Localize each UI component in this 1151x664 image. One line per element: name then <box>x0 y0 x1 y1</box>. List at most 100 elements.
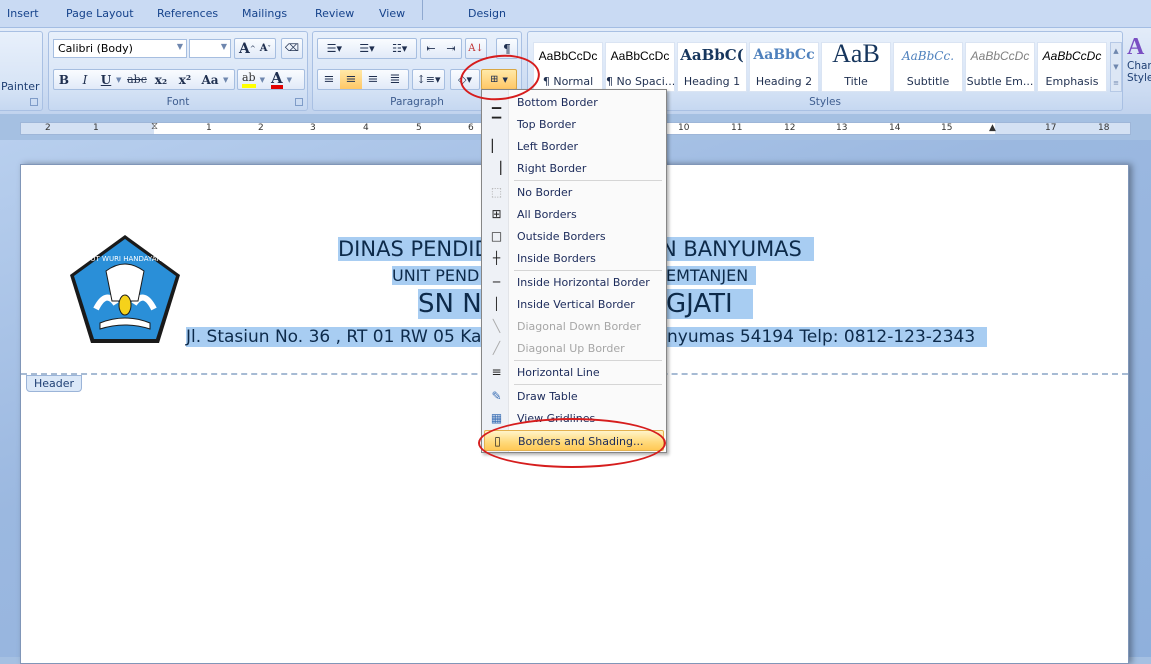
style-title[interactable]: AaB Title <box>821 39 891 92</box>
menu-item-diagonal-down-border: ╲ Diagonal Down Border <box>484 316 664 337</box>
menu-item-draw-table[interactable]: ✎ Draw Table <box>484 386 664 407</box>
menu-item-inside-vertical-border[interactable]: │ Inside Vertical Border <box>484 294 664 315</box>
menu-item-outside-borders[interactable]: □ Outside Borders <box>484 226 664 247</box>
style-sample: AaB <box>832 39 880 68</box>
ruler-tick: 13 <box>836 123 848 133</box>
clipboard-launcher-icon[interactable] <box>30 98 38 106</box>
menu-item-label: Right Border <box>517 162 587 175</box>
shrink-font-button[interactable]: A <box>260 43 268 54</box>
ruler-left-margin <box>21 123 154 134</box>
style-name: Heading 1 <box>683 75 741 88</box>
style-sample: AaBbCcDc <box>538 49 598 63</box>
menu-item-label: Inside Borders <box>517 252 596 265</box>
italic-button[interactable]: I <box>74 73 96 87</box>
list-buttons: ☰▾ ☰▾ ☷▾ <box>317 38 417 59</box>
right-indent-marker-icon[interactable]: ▲ <box>989 123 996 133</box>
indent-buttons: ⇤ ⇥ <box>420 38 462 59</box>
menu-separator <box>514 270 662 271</box>
style-sample: AaBbCc <box>753 47 815 63</box>
menu-item-horizontal-line[interactable]: ≡ Horizontal Line <box>484 362 664 383</box>
clear-formatting-button[interactable]: ⌫ <box>281 38 303 59</box>
font-name-value: Calibri (Body) <box>58 42 133 55</box>
styles-gallery-scroll[interactable]: ▲ ▼ ≡ <box>1110 42 1122 92</box>
menu-item-label: Draw Table <box>517 390 578 403</box>
grow-font-button[interactable]: A <box>239 41 250 57</box>
inside-borders-icon: ┼ <box>492 251 501 265</box>
style-normal[interactable]: AaBbCcDc ¶ Normal <box>533 42 603 92</box>
ruler-right-margin <box>995 123 1130 134</box>
chevron-down-icon[interactable]: ▼ <box>260 76 265 84</box>
ruler-tick: 2 <box>258 123 264 133</box>
eraser-icon: ⌫ <box>284 43 300 54</box>
style-subtle-emphasis[interactable]: AaBbCcDc Subtle Em... <box>965 42 1035 92</box>
outside-borders-icon: □ <box>490 229 503 243</box>
tab-view[interactable]: View <box>379 7 405 20</box>
style-heading-2[interactable]: AaBbCc Heading 2 <box>749 42 819 92</box>
chevron-down-icon[interactable]: ▼ <box>116 76 125 84</box>
gallery-more-icon[interactable]: ≡ <box>1111 75 1121 91</box>
style-heading-1[interactable]: AaBbC(Heading 1 <box>677 42 747 92</box>
menu-item-label: No Border <box>517 186 573 199</box>
tab-mailings[interactable]: Mailings <box>242 7 287 20</box>
chevron-down-icon[interactable]: ▼ <box>223 76 228 84</box>
numbering-icon[interactable]: ☰▾ <box>359 42 374 55</box>
menu-item-inside-horizontal-border[interactable]: ─ Inside Horizontal Border <box>484 272 664 293</box>
bold-button[interactable]: B <box>54 73 74 87</box>
style-subtitle[interactable]: AaBbCc. Subtitle <box>893 42 963 92</box>
decrease-indent-icon[interactable]: ⇤ <box>426 42 435 55</box>
line-spacing-button[interactable]: ↕≡▾ <box>412 69 445 90</box>
tab-review[interactable]: Review <box>315 7 354 20</box>
sort-button[interactable]: A↓ <box>465 38 487 59</box>
font-dialog-launcher-icon[interactable] <box>295 98 303 106</box>
subscript-button[interactable]: x₂ <box>149 73 173 87</box>
ribbon-tab-bar: Insert Page Layout References Mailings R… <box>0 0 1151 28</box>
strikethrough-button[interactable]: abc <box>125 73 149 86</box>
font-color-button[interactable]: A <box>271 70 283 89</box>
align-center-icon[interactable]: ≡ <box>340 70 362 89</box>
menu-separator <box>514 360 662 361</box>
text-highlight-button[interactable]: ab <box>242 71 256 88</box>
menu-item-inside-borders[interactable]: ┼ Inside Borders <box>484 248 664 269</box>
bullets-icon[interactable]: ☰▾ <box>327 42 342 55</box>
inside-horizontal-border-icon: ─ <box>492 275 501 289</box>
line1-left-text: DINAS PENDID <box>338 237 499 261</box>
style-emphasis[interactable]: AaBbCcDc Emphasis <box>1037 42 1107 92</box>
increase-indent-icon[interactable]: ⇥ <box>446 42 455 55</box>
multilevel-list-icon[interactable]: ☷▾ <box>392 42 407 55</box>
menu-item-left-border[interactable]: ▏ Left Border <box>484 136 664 157</box>
chevron-down-icon[interactable]: ▼ <box>287 76 292 84</box>
superscript-button[interactable]: x² <box>173 73 197 87</box>
ruler-tick: 3 <box>310 123 316 133</box>
scroll-down-icon[interactable]: ▼ <box>1111 59 1121 75</box>
align-left-icon[interactable]: ≡ <box>318 72 340 87</box>
menu-item-top-border[interactable]: ▔ Top Border <box>484 114 664 135</box>
indent-marker-icon[interactable]: ⧖ <box>151 121 158 132</box>
tab-page-layout[interactable]: Page Layout <box>66 7 134 20</box>
style-name: Subtitle <box>906 75 950 88</box>
menu-item-right-border[interactable]: ▕ Right Border <box>484 158 664 179</box>
ruler-tick: 12 <box>784 123 796 133</box>
tab-design[interactable]: Design <box>468 7 506 20</box>
font-name-combo[interactable]: Calibri (Body) ▼ <box>53 39 187 58</box>
top-border-icon: ▔ <box>491 117 502 131</box>
scroll-up-icon[interactable]: ▲ <box>1111 43 1121 59</box>
font-size-combo[interactable]: ▼ <box>189 39 231 58</box>
style-no-spacing[interactable]: AaBbCcDc ¶ No Spaci... <box>605 42 675 92</box>
font-format-buttons: B I U ▼ abc x₂ x² Aa ▼ <box>53 69 235 90</box>
justify-icon[interactable]: ≣ <box>384 72 406 87</box>
line-spacing-icon: ↕≡▾ <box>416 73 441 86</box>
tab-insert[interactable]: Insert <box>7 7 39 20</box>
align-right-icon[interactable]: ≡ <box>362 72 384 87</box>
underline-button[interactable]: U <box>96 73 116 87</box>
menu-item-all-borders[interactable]: ⊞ All Borders <box>484 204 664 225</box>
tab-references[interactable]: References <box>157 7 218 20</box>
format-painter-button[interactable]: Painter <box>1 80 40 93</box>
menu-separator <box>514 384 662 385</box>
menu-item-label: Diagonal Up Border <box>517 342 625 355</box>
change-styles-button[interactable]: A Char Style <box>1127 34 1151 100</box>
ruler-tick: 2 <box>45 123 51 133</box>
line2-right-text: EMTANJEN <box>666 266 757 285</box>
change-case-button[interactable]: Aa <box>197 73 223 87</box>
menu-item-no-border[interactable]: ⬚ No Border <box>484 182 664 203</box>
header-tag: Header <box>26 375 83 392</box>
